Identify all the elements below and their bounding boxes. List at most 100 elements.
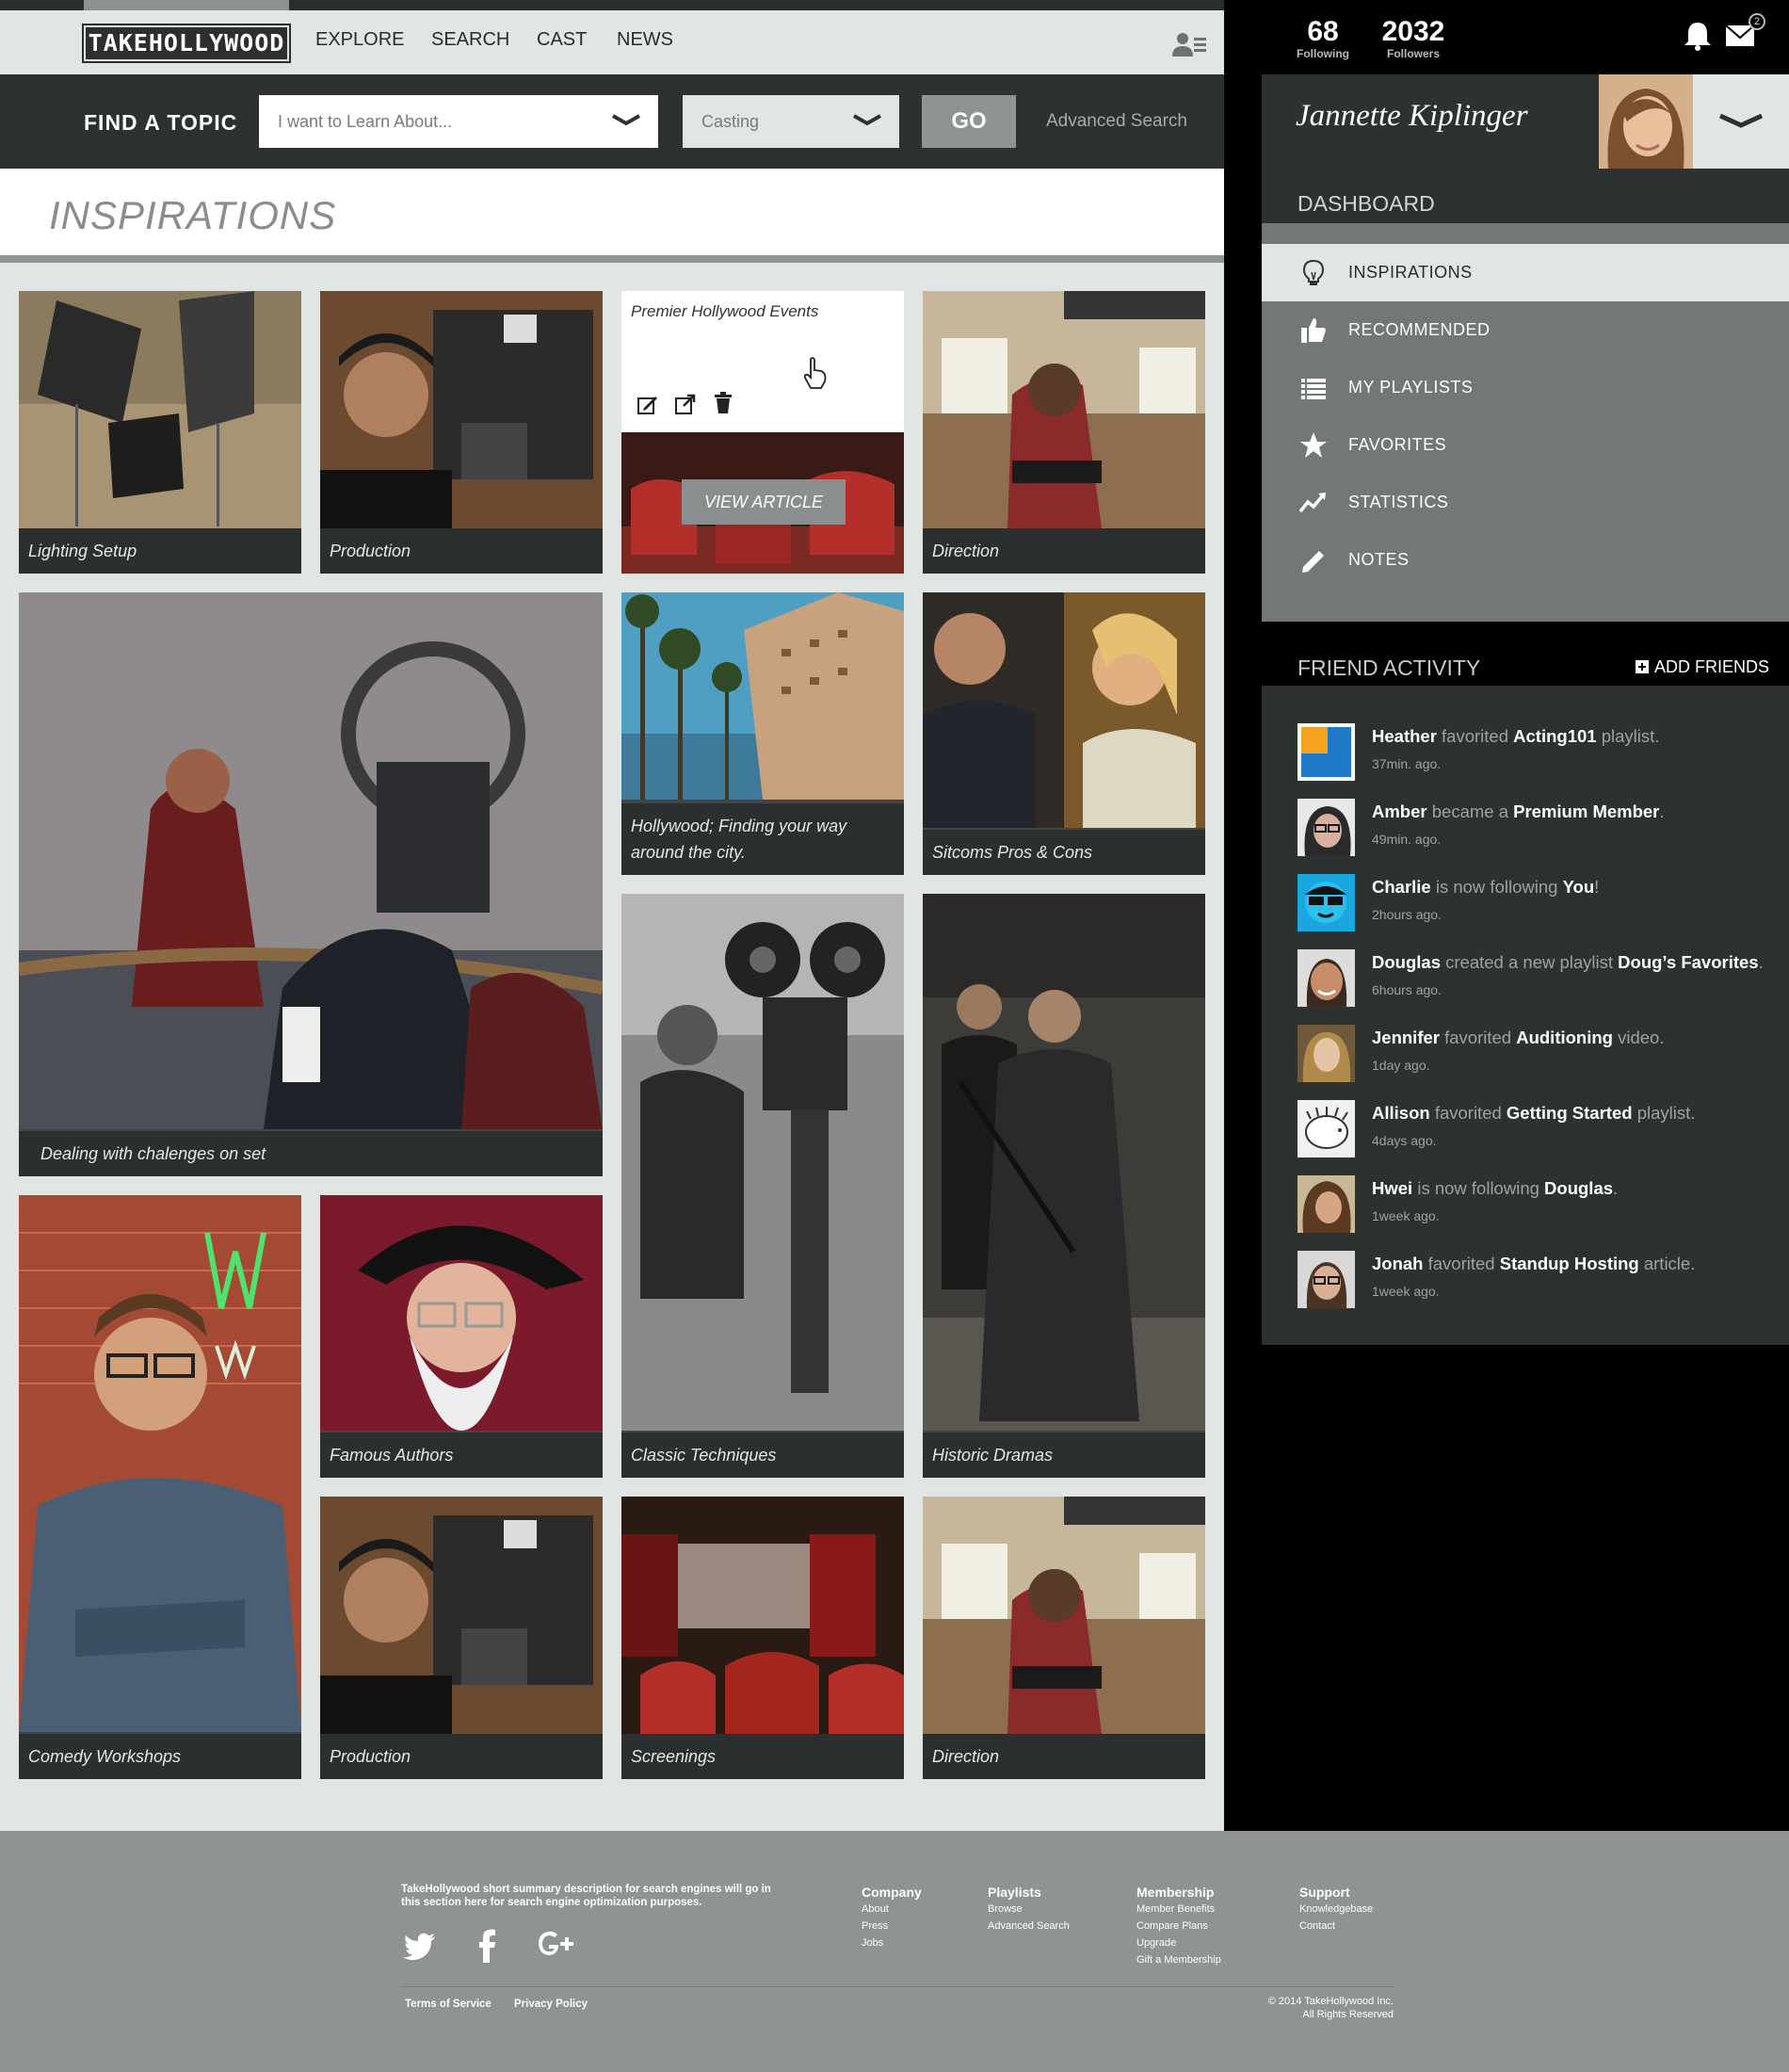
- activity-item[interactable]: Amber became a Premium Member. 49min. ago…: [1297, 799, 1787, 857]
- avatar[interactable]: [1599, 74, 1693, 169]
- dash-item-label: STATISTICS: [1348, 493, 1449, 511]
- tile-challenges[interactable]: Dealing with chalenges on set: [19, 592, 603, 1176]
- footer-link[interactable]: Knowledgebase: [1299, 1901, 1373, 1918]
- category-dropdown[interactable]: Casting: [683, 95, 899, 148]
- topic-dropdown[interactable]: I want to Learn About...: [259, 95, 658, 148]
- tile-direction-2[interactable]: Direction: [923, 1497, 1205, 1779]
- footer-link[interactable]: Gift a Membership: [1136, 1951, 1221, 1968]
- add-friends-button[interactable]: ADD FRIENDS: [1635, 657, 1769, 677]
- footer-link[interactable]: Jobs: [862, 1934, 922, 1951]
- dash-item-statistics[interactable]: STATISTICS: [1262, 474, 1789, 531]
- followers-stat[interactable]: 2032 Followers: [1375, 17, 1452, 61]
- nav-news[interactable]: NEWS: [617, 29, 673, 51]
- footer-link[interactable]: Upgrade: [1136, 1934, 1221, 1951]
- footer-link[interactable]: Contact: [1299, 1918, 1373, 1934]
- site-logo[interactable]: TAKEHOLLYWOOD: [82, 24, 291, 63]
- tile-caption: Production: [320, 528, 603, 574]
- tile-hollywood-city[interactable]: Hollywood; Finding your way around the c…: [621, 592, 904, 875]
- tile-caption: Famous Authors: [320, 1433, 603, 1478]
- tile-image: [621, 894, 904, 1431]
- dash-item-notes[interactable]: NOTES: [1262, 531, 1789, 589]
- dash-item-inspirations[interactable]: INSPIRATIONS: [1262, 244, 1789, 301]
- activity-item[interactable]: Douglas created a new playlist Doug’s Fa…: [1297, 949, 1787, 1008]
- friend-activity-list: Heather favorited Acting101 playlist. 37m…: [1262, 686, 1789, 1345]
- activity-time: 1day ago.: [1372, 1058, 1430, 1073]
- dashboard-header: DASHBOARD: [1262, 169, 1789, 223]
- user-menu-toggle[interactable]: [1693, 74, 1789, 169]
- footer-col-membership: Membership Member Benefits Compare Plans…: [1136, 1884, 1221, 1968]
- edit-icon[interactable]: [637, 393, 659, 415]
- google-plus-icon[interactable]: [535, 1927, 576, 1965]
- tile-direction[interactable]: Direction: [923, 291, 1205, 574]
- user-profile-icon[interactable]: [1172, 31, 1206, 57]
- go-button[interactable]: GO: [922, 95, 1016, 148]
- activity-text: Douglas created a new playlist Doug’s Fa…: [1372, 952, 1764, 997]
- footer-col-support: Support Knowledgebase Contact: [1299, 1884, 1373, 1934]
- activity-item[interactable]: Charlie is now following You! 2hours ago.: [1297, 874, 1787, 932]
- tile-image: [19, 291, 301, 528]
- tile-image: [923, 894, 1205, 1431]
- footer-link[interactable]: Compare Plans: [1136, 1918, 1221, 1934]
- twitter-icon[interactable]: [401, 1927, 439, 1965]
- activity-time: 49min. ago.: [1372, 832, 1442, 847]
- activity-text: Hwei is now following Douglas. 1week ago.: [1372, 1178, 1619, 1223]
- tile-image: [320, 1497, 603, 1734]
- copyright: © 2014 TakeHollywood Inc. All Rights Res…: [1130, 1995, 1394, 2021]
- user-name[interactable]: Jannette Kiplinger: [1296, 99, 1528, 134]
- dash-item-label: NOTES: [1348, 550, 1410, 569]
- dash-item-favorites[interactable]: FAVORITES: [1262, 416, 1789, 474]
- following-label: Following: [1297, 47, 1349, 60]
- followers-label: Followers: [1386, 47, 1440, 60]
- dash-item-my-playlists[interactable]: MY PLAYLISTS: [1262, 359, 1789, 416]
- activity-item[interactable]: Jonah favorited Standup Hosting article.…: [1297, 1251, 1787, 1309]
- footer-description: TakeHollywood short summary description …: [401, 1884, 771, 1908]
- chevron-down-icon: [612, 114, 640, 126]
- tile-famous-authors[interactable]: Famous Authors: [320, 1195, 603, 1478]
- activity-item[interactable]: Jennifer favorited Auditioning video. 1da…: [1297, 1025, 1787, 1083]
- footer-link[interactable]: Browse: [988, 1901, 1070, 1918]
- avatar: [1297, 874, 1355, 931]
- view-article-button[interactable]: VIEW ARTICLE: [682, 479, 846, 525]
- add-friends-label: ADD FRIENDS: [1653, 657, 1769, 676]
- terms-link[interactable]: Terms of Service: [405, 1999, 492, 2010]
- activity-item[interactable]: Heather favorited Acting101 playlist. 37m…: [1297, 723, 1787, 782]
- footer-link[interactable]: Advanced Search: [988, 1918, 1070, 1934]
- tile-sitcoms[interactable]: Sitcoms Pros & Cons: [923, 592, 1205, 875]
- tile-caption: Hollywood; Finding your way around the c…: [621, 803, 904, 875]
- footer-col-title: Company: [862, 1885, 922, 1900]
- footer-link[interactable]: Press: [862, 1918, 922, 1934]
- nav-explore[interactable]: EXPLORE: [315, 29, 404, 51]
- activity-item[interactable]: Hwei is now following Douglas. 1week ago.: [1297, 1175, 1787, 1234]
- dash-item-recommended[interactable]: RECOMMENDED: [1262, 301, 1789, 359]
- following-count: 68: [1307, 16, 1339, 47]
- main-content: TAKEHOLLYWOOD EXPLORE SEARCH CAST NEWS F…: [0, 0, 1224, 1831]
- advanced-search-link[interactable]: Advanced Search: [1046, 111, 1187, 132]
- thumbs-up-icon: [1301, 318, 1326, 343]
- tile-image: [923, 291, 1205, 528]
- trash-icon[interactable]: [714, 392, 733, 414]
- bell-icon[interactable]: [1684, 21, 1712, 51]
- tile-classic-techniques[interactable]: Classic Techniques: [621, 894, 904, 1478]
- tile-historic-dramas[interactable]: Historic Dramas: [923, 894, 1205, 1478]
- nav-cast[interactable]: CAST: [537, 29, 587, 51]
- tile-caption: Classic Techniques: [621, 1433, 904, 1478]
- tile-premier-events[interactable]: Premier Hollywood Events VIEW ARTICLE: [621, 291, 904, 574]
- tile-lighting-setup[interactable]: Lighting Setup: [19, 291, 301, 574]
- privacy-link[interactable]: Privacy Policy: [514, 1999, 588, 2010]
- tile-comedy-workshops[interactable]: Comedy Workshops: [19, 1195, 301, 1779]
- tile-image: [621, 592, 904, 800]
- footer-link[interactable]: Member Benefits: [1136, 1901, 1221, 1918]
- activity-text: Charlie is now following You! 2hours ago.: [1372, 877, 1600, 922]
- tile-production[interactable]: Production: [320, 291, 603, 574]
- activity-text: Heather favorited Acting101 playlist. 37m…: [1372, 726, 1660, 771]
- activity-item[interactable]: Allison favorited Getting Started playli…: [1297, 1100, 1787, 1158]
- tile-screenings[interactable]: Screenings: [621, 1497, 904, 1779]
- following-stat[interactable]: 68 Following: [1290, 16, 1356, 61]
- share-icon[interactable]: [674, 393, 697, 415]
- plus-box-icon: [1635, 660, 1649, 673]
- tile-production-2[interactable]: Production: [320, 1497, 603, 1779]
- footer-link[interactable]: About: [862, 1901, 922, 1918]
- nav-search[interactable]: SEARCH: [431, 29, 509, 51]
- dash-item-label: MY PLAYLISTS: [1348, 378, 1474, 397]
- facebook-icon[interactable]: [469, 1927, 507, 1965]
